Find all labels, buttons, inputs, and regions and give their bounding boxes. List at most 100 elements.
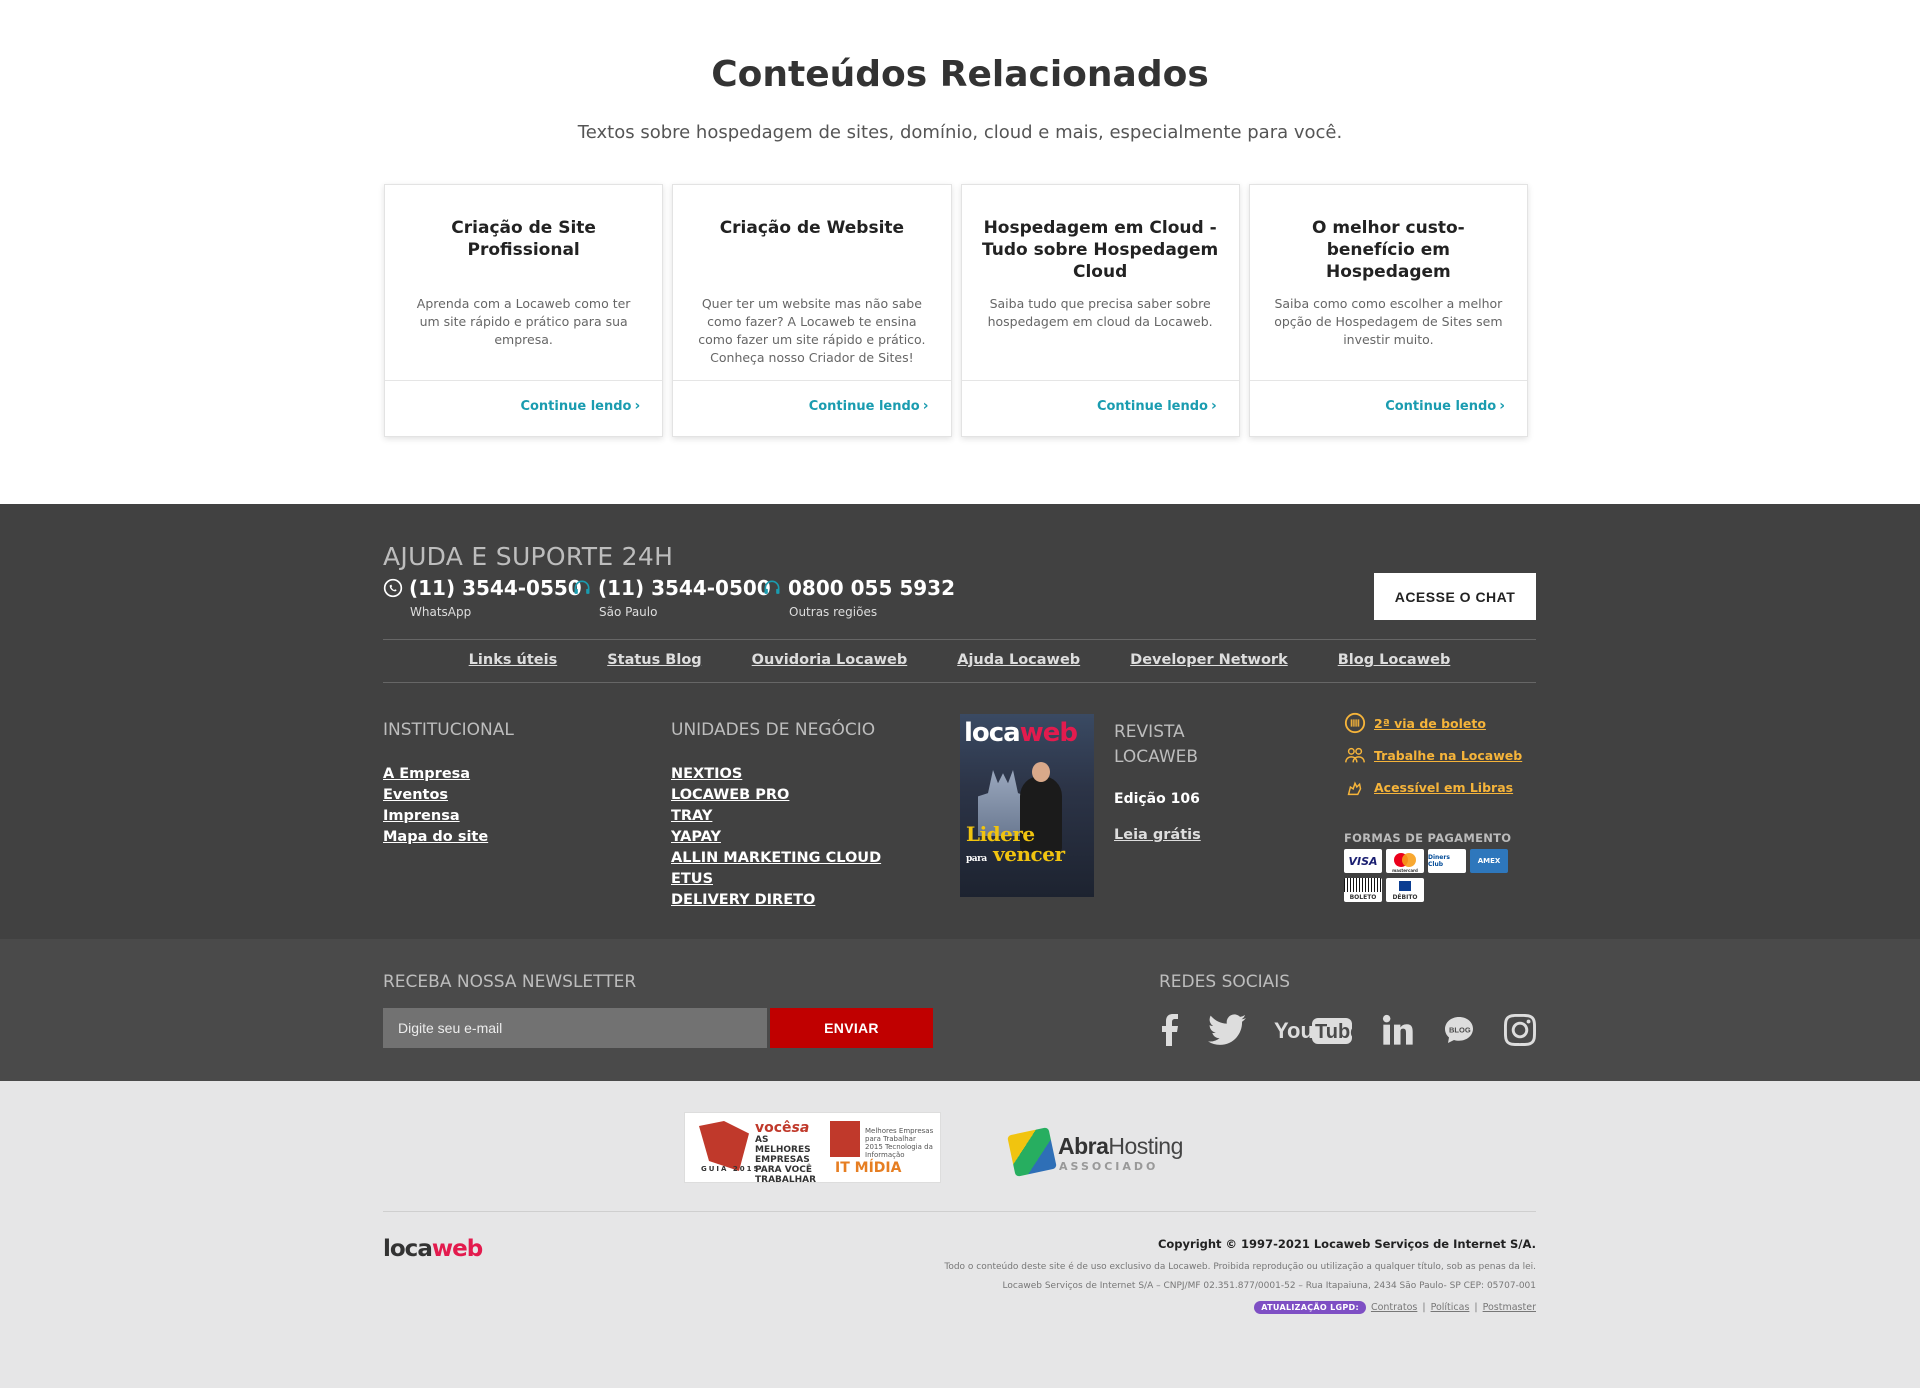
- business-unit-link[interactable]: YAPAY: [671, 829, 881, 845]
- phone-whatsapp[interactable]: (11) 3544-0550 WhatsApp: [383, 576, 582, 619]
- institutional-link[interactable]: Mapa do site: [383, 829, 488, 845]
- gptw-text: Melhores Empresas para Trabalhar 2015 Te…: [865, 1127, 934, 1159]
- related-cards: Criação de Site Profissional Aprenda com…: [384, 184, 1528, 437]
- chevron-right-icon: ›: [1210, 398, 1217, 414]
- phone-sao-paulo[interactable]: (11) 3544-0500 São Paulo: [572, 576, 771, 619]
- chevron-right-icon: ›: [1499, 398, 1505, 414]
- people-icon: [1345, 747, 1365, 763]
- open-chat-button[interactable]: ACESSE O CHAT: [1374, 573, 1536, 620]
- continue-reading-link[interactable]: Continue lendo ›: [1385, 398, 1505, 414]
- payment-methods-row: BOLETO DÉBITO: [1344, 878, 1424, 902]
- institutional-link[interactable]: Imprensa: [383, 808, 488, 824]
- social-title: REDES SOCIAIS: [1159, 972, 1291, 992]
- quick-link-libras[interactable]: Acessível em Libras: [1344, 776, 1522, 798]
- mastercard-icon: mastercard: [1386, 849, 1424, 873]
- business-unit-link[interactable]: NEXTIOS: [671, 766, 881, 782]
- newsletter-email-input[interactable]: [383, 1008, 767, 1048]
- magazine-headline: Lidere para vencer: [966, 822, 1065, 866]
- voce-sa-title: vocêsa: [755, 1120, 810, 1136]
- useful-link[interactable]: Links úteis: [469, 652, 558, 668]
- postmaster-link[interactable]: Postmaster: [1483, 1302, 1536, 1313]
- business-unit-link[interactable]: LOCAWEB PRO: [671, 787, 881, 803]
- quick-link-boleto[interactable]: 2ª via de boleto: [1344, 712, 1522, 734]
- youtube-icon[interactable]: YouTube: [1274, 1014, 1353, 1046]
- business-unit-link[interactable]: DELIVERY DIRETO: [671, 892, 881, 908]
- voce-sa-text: AS MELHORES EMPRESAS PARA VOCÊ TRABALHAR: [755, 1135, 817, 1185]
- related-title: Conteúdos Relacionados: [711, 54, 1209, 95]
- card-description: Quer ter um website mas não sabe como fa…: [698, 296, 926, 365]
- chevron-right-icon: ›: [634, 398, 641, 414]
- headset-icon: [764, 580, 780, 594]
- quick-link-label[interactable]: Acessível em Libras: [1374, 780, 1513, 795]
- company-info-text: Locaweb Serviços de Internet S/A – CNPJ/…: [1002, 1281, 1536, 1291]
- support-footer: AJUDA E SUPORTE 24H (11) 3544-0550 Whats…: [0, 504, 1920, 939]
- whatsapp-icon: [383, 578, 403, 598]
- phone-number: 0800 055 5932: [788, 576, 956, 600]
- award-badges: vocêsa AS MELHORES EMPRESAS PARA VOCÊ TR…: [684, 1112, 941, 1185]
- linkedin-icon[interactable]: [1381, 1014, 1415, 1046]
- voce-sa-logo-icon: [699, 1121, 749, 1171]
- policies-link[interactable]: Políticas: [1431, 1302, 1470, 1313]
- useful-link[interactable]: Developer Network: [1130, 652, 1288, 668]
- phone-other-regions[interactable]: 0800 055 5932 Outras regiões: [762, 576, 955, 619]
- card-description: Saiba como como escolher a melhor opção …: [1274, 296, 1503, 347]
- svg-text:Tube: Tube: [1315, 1021, 1352, 1043]
- useful-link[interactable]: Ouvidoria Locaweb: [752, 652, 908, 668]
- useful-link[interactable]: Ajuda Locaweb: [957, 652, 1080, 668]
- facebook-icon[interactable]: [1159, 1014, 1179, 1046]
- business-units-title: UNIDADES DE NEGÓCIO: [671, 720, 876, 740]
- locaweb-logo[interactable]: locaweb: [383, 1236, 483, 1262]
- blog-icon[interactable]: BLOG: [1443, 1014, 1475, 1046]
- payment-title: FORMAS DE PAGAMENTO: [1344, 831, 1512, 845]
- institutional-link[interactable]: A Empresa: [383, 766, 488, 782]
- magazine-logo: locaweb: [964, 718, 1078, 748]
- twitter-icon[interactable]: [1207, 1014, 1246, 1046]
- divider: [383, 1211, 1536, 1212]
- continue-reading-link[interactable]: Continue lendo ›: [809, 398, 929, 414]
- continue-reading-link[interactable]: Continue lendo ›: [520, 398, 640, 414]
- related-card: Criação de Website Quer ter um website m…: [672, 184, 952, 437]
- continue-reading-link[interactable]: Continue lendo ›: [1097, 398, 1217, 414]
- continue-reading-label: Continue lendo: [1096, 399, 1208, 414]
- copyright-text: Copyright © 1997-2021 Locaweb Serviços d…: [1157, 1237, 1536, 1251]
- business-units-links: NEXTIOS LOCAWEB PRO TRAY YAPAY ALLIN MAR…: [671, 766, 881, 908]
- phone-label: WhatsApp: [410, 605, 472, 619]
- social-links: YouTube BLOG: [1159, 1009, 1536, 1051]
- phone-number: (11) 3544-0550: [409, 576, 582, 600]
- magazine-title: REVISTA LOCAWEB: [1114, 722, 1199, 767]
- institutional-title: INSTITUCIONAL: [383, 720, 514, 740]
- svg-text:BLOG: BLOG: [1449, 1026, 1471, 1035]
- useful-link[interactable]: Blog Locaweb: [1338, 652, 1451, 668]
- payment-methods-row: VISA mastercard Diners Club AMEX: [1344, 849, 1508, 873]
- contracts-link[interactable]: Contratos: [1371, 1302, 1417, 1313]
- quick-link-label[interactable]: 2ª via de boleto: [1374, 716, 1486, 731]
- related-contents-section: Conteúdos Relacionados Textos sobre hosp…: [0, 0, 1920, 504]
- magazine-edition: Edição 106: [1114, 791, 1200, 807]
- magazine-cover[interactable]: locaweb Lidere para vencer: [960, 714, 1094, 897]
- voce-sa-guide: GUIA 2015: [701, 1165, 761, 1173]
- card-title: Hospedagem em Cloud - Tudo sobre Hospeda…: [982, 218, 1219, 282]
- business-unit-link[interactable]: TRAY: [671, 808, 881, 824]
- lgpd-links: ATUALIZAÇÃO LGPD: Contratos | Políticas …: [1254, 1301, 1536, 1314]
- quick-link-careers[interactable]: Trabalhe na Locaweb: [1344, 744, 1522, 766]
- newsletter-send-button[interactable]: ENVIAR: [770, 1008, 933, 1048]
- amex-icon: AMEX: [1470, 849, 1508, 873]
- useful-link[interactable]: Status Blog: [607, 652, 701, 668]
- continue-reading-label: Continue lendo: [1385, 399, 1497, 414]
- instagram-icon[interactable]: [1503, 1014, 1536, 1046]
- card-description: Saiba tudo que precisa saber sobre hospe…: [987, 296, 1213, 329]
- quick-link-label[interactable]: Trabalhe na Locaweb: [1374, 748, 1522, 763]
- continue-reading-label: Continue lendo: [520, 399, 632, 414]
- read-free-link[interactable]: Leia grátis: [1114, 827, 1201, 843]
- related-card: O melhor custo-benefício em Hospedagem S…: [1248, 184, 1528, 437]
- it-midia-logo: IT MÍDIA: [835, 1160, 902, 1176]
- newsletter-section: RECEBA NOSSA NEWSLETTER ENVIAR REDES SOC…: [0, 939, 1920, 1081]
- business-unit-link[interactable]: ALLIN MARKETING CLOUD: [671, 850, 881, 866]
- business-unit-link[interactable]: ETUS: [671, 871, 881, 887]
- boleto-icon: BOLETO: [1344, 878, 1382, 902]
- debit-icon: DÉBITO: [1386, 878, 1424, 902]
- headset-icon: [574, 580, 590, 594]
- institutional-link[interactable]: Eventos: [383, 787, 488, 803]
- phone-label: São Paulo: [599, 605, 658, 619]
- related-card: Hospedagem em Cloud - Tudo sobre Hospeda…: [960, 184, 1240, 437]
